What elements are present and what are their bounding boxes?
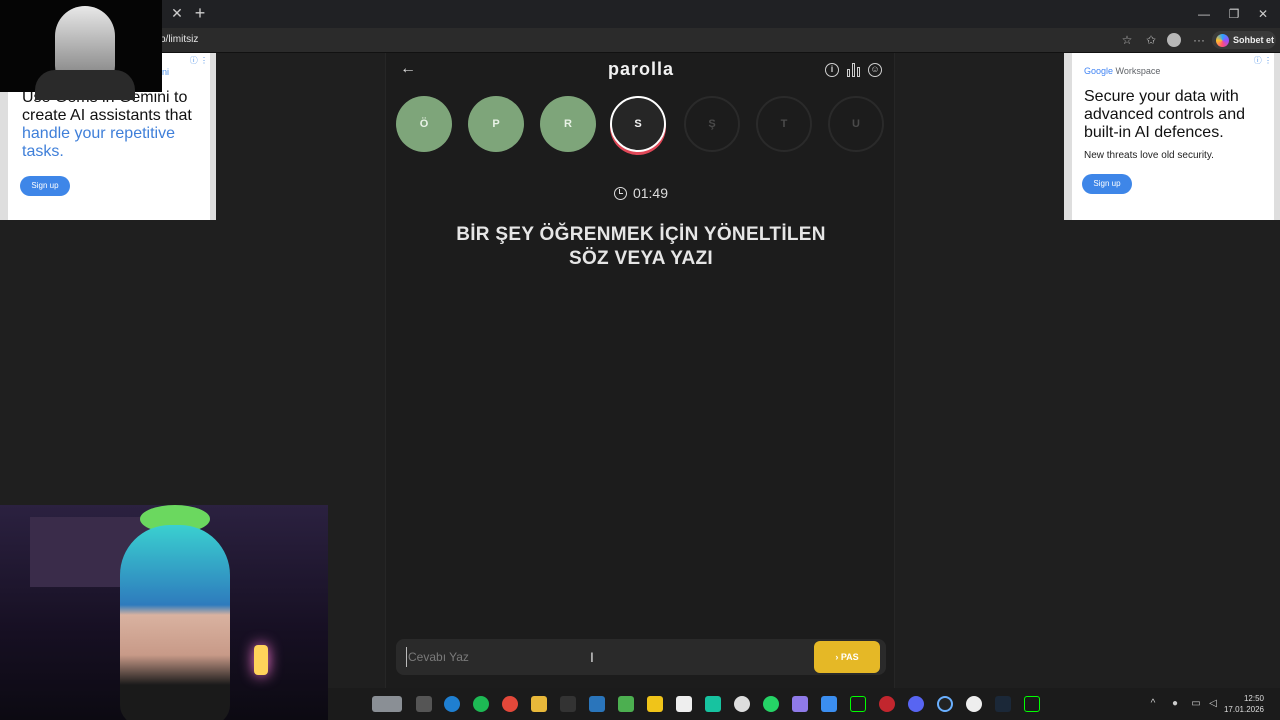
edge-icon[interactable] (444, 696, 460, 712)
epic-games-icon[interactable] (560, 696, 576, 712)
chat-button-label: Sohbet et (1233, 35, 1275, 45)
taskbar-app-icon[interactable] (416, 696, 432, 712)
ad-right-headline: Secure your data with advanced controls … (1084, 88, 1245, 141)
settings-icon[interactable] (734, 696, 750, 712)
microphone-icon[interactable]: ● (1169, 698, 1181, 710)
timer-value: 01:49 (632, 185, 669, 201)
ad-right-brand: Google Workspace (1084, 66, 1160, 76)
taskbar: ^ ● ▭ ◁ 12:50 17.01.2026 (328, 688, 1280, 720)
new-tab-icon[interactable]: + (192, 4, 208, 22)
whatsapp-icon[interactable] (763, 696, 779, 712)
clock-icon (613, 187, 627, 200)
letter-circle-pending: U (828, 96, 884, 152)
taskbar-app-icon[interactable] (879, 696, 895, 712)
game-panel: ← parolla i ☺ ÖPRSŞTU 01:49 BİR ŞEY ÖĞRE… (385, 53, 895, 688)
ad-right-subtext: New threats love old security. (1084, 150, 1214, 161)
capcut-icon[interactable] (676, 696, 692, 712)
copilot-chat-button[interactable]: Sohbet et (1212, 31, 1276, 49)
letter-circle-pending: T (756, 96, 812, 152)
brand-title: parolla (607, 59, 675, 79)
favorite-star-icon[interactable]: ☆ (1119, 32, 1135, 48)
answer-bar: I › PAS (396, 639, 886, 675)
clock-date: 17.01.2026 (1223, 705, 1264, 714)
profile-avatar[interactable] (1167, 33, 1181, 47)
taskbar-app-icon[interactable] (1024, 696, 1040, 712)
pass-button-label: PAS (840, 652, 859, 662)
minimize-icon[interactable]: — (1194, 6, 1214, 22)
discord-icon[interactable] (908, 696, 924, 712)
screen: ✕ + — ❐ ✕ p/limitsiz ☆ ✩ ··· Sohbet et ⓘ… (0, 0, 1280, 720)
chrome-icon[interactable] (502, 696, 518, 712)
taskbar-app-icon[interactable] (792, 696, 808, 712)
clock-time: 12:50 (1243, 694, 1264, 703)
taskbar-app-icon[interactable] (372, 696, 402, 712)
ad-info-icon[interactable]: ⓘ ⋮ (190, 55, 208, 66)
copilot-icon (1216, 33, 1229, 47)
ad-left-headline-highlight: handle your repetitive tasks. (22, 125, 175, 160)
taskbar-app-icon[interactable] (966, 696, 982, 712)
webcam-overlay-streamer (0, 505, 328, 720)
volume-icon[interactable]: ◁ (1207, 698, 1219, 710)
tab-close-icon[interactable]: ✕ (170, 6, 184, 20)
address-bar: p/limitsiz ☆ ✩ ··· Sohbet et (0, 28, 1280, 53)
favorites-icon[interactable]: ✩ (1143, 32, 1159, 48)
taskbar-app-icon[interactable] (705, 696, 721, 712)
letter-circle-pending: Ş (684, 96, 740, 152)
timer: 01:49 (386, 185, 896, 201)
taskbar-app-icon[interactable] (937, 696, 953, 712)
taskbar-app-icon[interactable] (589, 696, 605, 712)
letter-circle-done: P (468, 96, 524, 152)
steam-icon[interactable] (995, 696, 1011, 712)
info-icon[interactable]: i (825, 63, 839, 77)
answer-input[interactable] (406, 647, 786, 667)
letter-circle-done: R (540, 96, 596, 152)
ad-info-icon[interactable]: ⓘ ⋮ (1254, 55, 1272, 66)
workspace-wordmark: Workspace (1113, 66, 1161, 76)
ad-left-signup-button[interactable]: Sign up (20, 176, 70, 196)
taskbar-app-icon[interactable] (821, 696, 837, 712)
letter-track: ÖPRSŞTU (396, 96, 886, 156)
browser-tabbar: ✕ + — ❐ ✕ (0, 0, 1280, 28)
taskbar-app-icon[interactable] (850, 696, 866, 712)
more-menu-icon[interactable]: ··· (1191, 32, 1207, 48)
profile-icon[interactable]: ☺ (868, 63, 882, 77)
letter-circle-done: Ö (396, 96, 452, 152)
webcam-overlay-portrait (0, 0, 162, 100)
question-text: BİR ŞEY ÖĞRENMEK İÇİN YÖNELTİLEN SÖZ VEY… (456, 224, 826, 269)
folder-icon[interactable] (531, 696, 547, 712)
google-wordmark: Google (1084, 66, 1114, 76)
stats-icon[interactable] (847, 63, 861, 77)
taskbar-app-icon[interactable] (618, 696, 634, 712)
spotify-icon[interactable] (473, 696, 489, 712)
rockstar-icon[interactable] (647, 696, 663, 712)
letter-circle-active: S (610, 96, 666, 152)
display-icon[interactable]: ▭ (1190, 698, 1202, 710)
tray-chevron-icon[interactable]: ^ (1147, 698, 1159, 710)
window-close-icon[interactable]: ✕ (1253, 6, 1273, 22)
restore-icon[interactable]: ❐ (1224, 6, 1244, 22)
url-text[interactable]: p/limitsiz (160, 34, 198, 45)
system-clock[interactable]: 12:50 17.01.2026 (1224, 693, 1264, 715)
ad-right[interactable]: ⓘ ⋮ Google Workspace Secure your data wi… (1064, 53, 1280, 220)
ad-right-signup-button[interactable]: Sign up (1082, 174, 1132, 194)
pass-button[interactable]: › PAS (814, 641, 880, 673)
text-cursor-icon: I (590, 649, 594, 665)
